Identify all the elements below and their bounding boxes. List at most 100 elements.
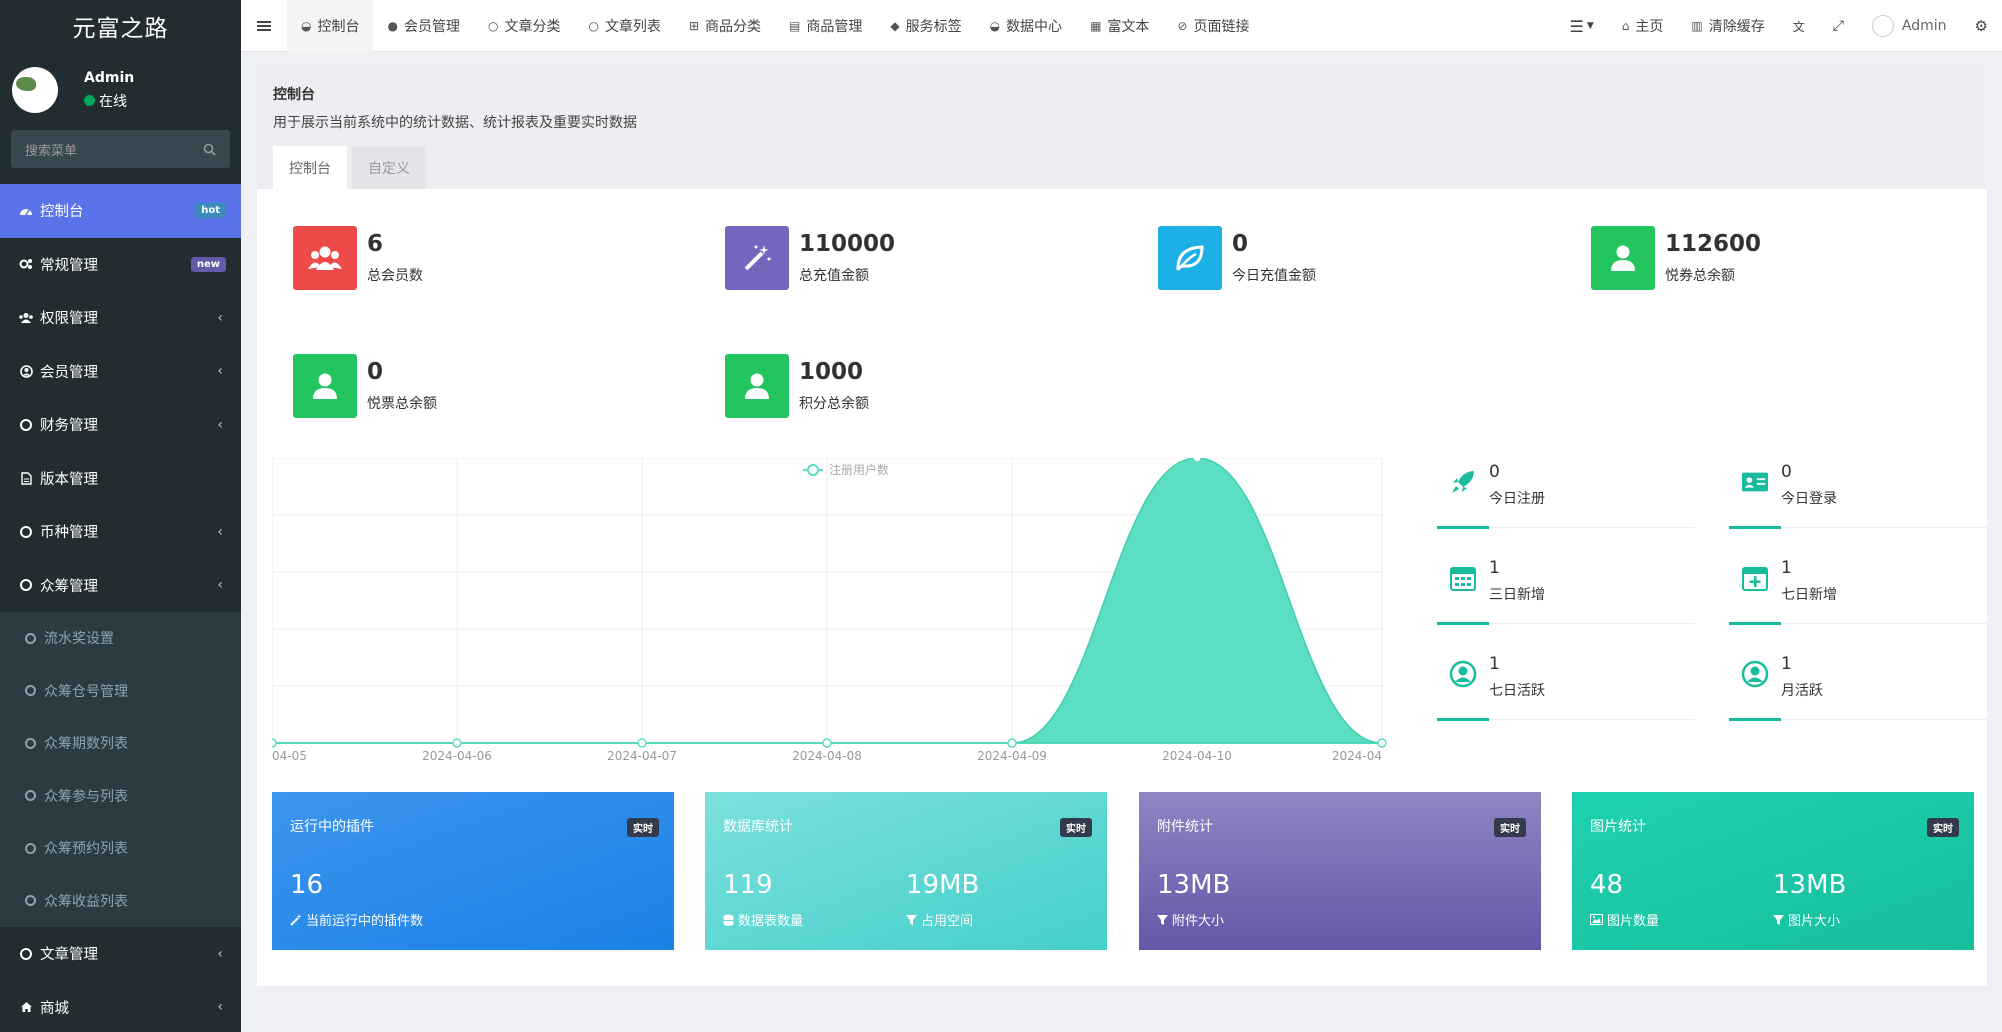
tab-service-tags[interactable]: ◆ 服务标签: [876, 0, 975, 52]
user-circle-icon: [18, 363, 34, 379]
settings-button[interactable]: ⚙: [1961, 0, 2002, 52]
tab-custom[interactable]: 自定义: [352, 146, 426, 189]
tab-product-category[interactable]: ⊞ 商品分类: [675, 0, 775, 52]
chevron-left-icon: ‹: [217, 309, 223, 326]
brand-logo[interactable]: 元富之路: [0, 0, 241, 52]
tab-article-category[interactable]: ○ 文章分类: [474, 0, 574, 52]
chart-legend[interactable]: 注册用户数: [803, 462, 889, 477]
card-database-stats: 数据库统计 实时 119 数据表数量 19MB 占用空间: [705, 792, 1107, 950]
card-sub-label: 数据表数量: [738, 914, 804, 929]
data-point-2024-04-06[interactable]: [452, 738, 462, 748]
stat-value: 112600: [1665, 231, 1762, 257]
data-point-2024-04-08[interactable]: [822, 738, 832, 748]
tab-product-management[interactable]: ▤ 商品管理: [775, 0, 876, 52]
sidebar-subitem[interactable]: 众筹参与列表: [0, 770, 241, 823]
mini-divider: [1729, 622, 1987, 625]
tab-article-list[interactable]: ○ 文章列表: [574, 0, 674, 52]
sidebar-subitem[interactable]: 众筹预约列表: [0, 822, 241, 875]
data-point-2024-04-10[interactable]: [1192, 458, 1202, 463]
data-point-2024-04-05[interactable]: [272, 738, 277, 748]
tab-members[interactable]: ● 会员管理: [373, 0, 473, 52]
filter-icon: [906, 914, 917, 925]
tab-label: 文章列表: [604, 18, 661, 35]
user-status-text: 在线: [99, 93, 127, 110]
sidebar-item-dashboard[interactable]: 控制台 hot: [0, 184, 241, 238]
tab-dashboard-panel[interactable]: 控制台: [273, 146, 347, 189]
card-sub-label: 当前运行中的插件数: [306, 914, 424, 929]
translate-icon: 文: [1792, 19, 1805, 34]
data-point-2024-04-09[interactable]: [1007, 738, 1017, 748]
tab-data-center[interactable]: ◒ 数据中心: [976, 0, 1076, 52]
home-icon: [18, 999, 34, 1015]
user-icon: [293, 354, 357, 418]
dashboard-icon: ◒: [989, 18, 1001, 33]
mini-today-register: 0 今日注册: [1437, 458, 1695, 529]
chevron-left-icon: ‹: [217, 416, 223, 433]
card-title: 数据库统计: [723, 819, 793, 835]
data-point-2024-04-07[interactable]: [637, 738, 647, 748]
sidebar-subitem-label: 众筹参与列表: [44, 788, 128, 805]
file-text-icon: ▦: [1090, 18, 1102, 33]
sidebar-item-permissions[interactable]: 权限管理 ‹: [0, 291, 241, 345]
sidebar-item-label: 会员管理: [40, 364, 98, 381]
search-input[interactable]: 搜索菜单: [11, 130, 230, 168]
sidebar-subitem[interactable]: 众筹期数列表: [0, 717, 241, 770]
card-value: 16: [290, 870, 324, 900]
sidebar-subitem[interactable]: 流水奖设置: [0, 612, 241, 665]
gears-icon: [18, 256, 34, 272]
user-circle-icon: [1741, 660, 1769, 688]
sidebar-item-version[interactable]: 版本管理: [0, 452, 241, 506]
sidebar-toggle-button[interactable]: [241, 0, 287, 52]
avatar: [12, 67, 58, 113]
sidebar-item-general[interactable]: 常规管理 new: [0, 238, 241, 292]
sidebar-subitem[interactable]: 众筹仓号管理: [0, 665, 241, 718]
clear-cache-button[interactable]: ▥ 清除缓存: [1677, 0, 1778, 52]
realtime-badge: 实时: [1060, 818, 1092, 837]
tab-dashboard[interactable]: ◒ 控制台: [287, 0, 374, 52]
sidebar-item-currency[interactable]: 币种管理 ‹: [0, 505, 241, 559]
sidebar-item-finance[interactable]: 财务管理 ‹: [0, 398, 241, 452]
brand-title: 元富之路: [72, 16, 169, 42]
sidebar-item-articles[interactable]: 文章管理 ‹: [0, 927, 241, 981]
fullscreen-button[interactable]: ⤢: [1819, 0, 1858, 52]
tab-page-links[interactable]: ⊘ 页面链接: [1163, 0, 1263, 52]
sidebar-item-label: 文章管理: [40, 947, 98, 964]
tab-label: 数据中心: [1006, 18, 1063, 35]
sidebar-item-crowdfunding[interactable]: 众筹管理 ‹: [0, 559, 241, 613]
link-icon: ⊘: [1177, 18, 1188, 33]
home-label: 主页: [1635, 19, 1664, 35]
tab-label: 商品管理: [806, 18, 863, 35]
tab-rich-text[interactable]: ▦ 富文本: [1076, 0, 1163, 52]
language-button[interactable]: 文: [1779, 0, 1819, 52]
user-status: 在线: [84, 91, 134, 111]
mini-divider: [1729, 526, 1987, 529]
stat-value: 0: [367, 359, 384, 385]
magic-wand-icon: [725, 226, 789, 290]
sidebar-item-label: 版本管理: [40, 471, 98, 488]
mini-divider: [1437, 526, 1695, 529]
sidebar-item-members[interactable]: 会员管理 ‹: [0, 345, 241, 399]
sidebar-item-label: 财务管理: [40, 418, 98, 435]
sidebar-item-label: 权限管理: [40, 311, 98, 328]
data-point-2024-04-11[interactable]: [1377, 738, 1387, 748]
legend-marker-icon: [807, 464, 819, 476]
mini-label: 今日登录: [1781, 491, 1837, 507]
sidebar-menu: 控制台 hot 常规管理 new 权限管理 ‹ 会员管理 ‹ 财务管理 ‹ 版本…: [0, 184, 241, 1032]
tab-label: 文章分类: [504, 18, 561, 35]
crowdfunding-submenu: 流水奖设置 众筹仓号管理 众筹期数列表 众筹参与列表 众筹预约列表 众筹收益列表: [0, 612, 241, 927]
user-icon: [1591, 226, 1655, 290]
mini-three-day-new: 1 三日新增: [1437, 554, 1695, 625]
clear-cache-label: 清除缓存: [1708, 19, 1765, 35]
sidebar-item-mall[interactable]: 商城 ‹: [0, 981, 241, 1032]
mini-value: 1: [1489, 558, 1500, 578]
sidebar-subitem[interactable]: 众筹收益列表: [0, 875, 241, 928]
circle-icon: [25, 895, 36, 907]
home-button[interactable]: ⌂ 主页: [1608, 0, 1678, 52]
circle-icon: [25, 737, 36, 749]
card-image-stats: 图片统计 实时 48 图片数量 13MB 图片大小: [1572, 792, 1974, 950]
admin-menu-button[interactable]: Admin: [1858, 0, 1961, 52]
sidebar-subitem-label: 流水奖设置: [44, 631, 114, 648]
chart-x-axis: 04-05 2024-04-06 2024-04-07 2024-04-08 2024-…: [272, 749, 1382, 763]
tabs-dropdown-button[interactable]: ☰ ▼: [1555, 0, 1607, 52]
x-tick-label: 2024-04-09: [977, 749, 1047, 763]
